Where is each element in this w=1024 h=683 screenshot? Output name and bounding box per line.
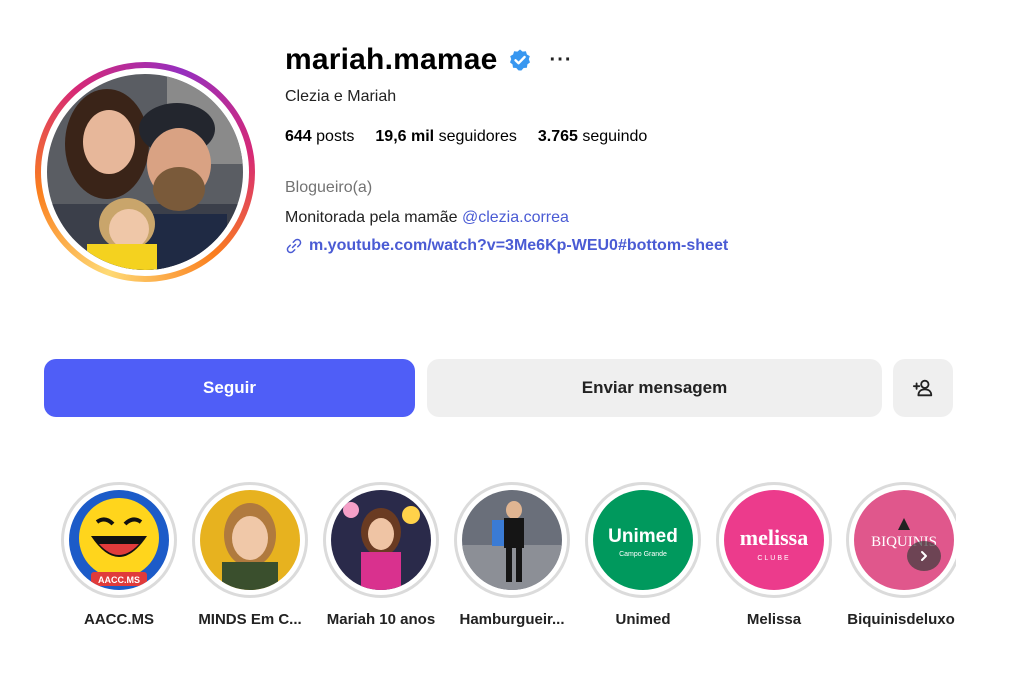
highlight-cover [462, 490, 562, 590]
bio-mention-link[interactable]: @clezia.correa [462, 209, 569, 226]
add-user-icon [912, 379, 933, 397]
highlight-label: Unimed [615, 611, 671, 628]
highlight-label: Biquinisdeluxo [847, 611, 955, 628]
highlight-item[interactable]: Mariah 10 anos [322, 482, 440, 628]
bio-text-body: Monitorada pela mamãe [285, 209, 462, 226]
following-stat[interactable]: 3.765 seguindo [538, 128, 647, 146]
username-row: mariah.mamae ··· [285, 40, 573, 80]
profile-avatar-ring[interactable] [35, 62, 255, 282]
highlight-ring: BIQUINIS [846, 482, 956, 598]
highlight-ring [454, 482, 570, 598]
posts-stat: 644 posts [285, 128, 354, 146]
highlight-ring: Unimed Campo Grande [585, 482, 701, 598]
laughing-face-icon: AACC.MS [69, 490, 169, 590]
more-options-icon[interactable]: ··· [550, 50, 573, 70]
highlights-next-button[interactable] [907, 541, 941, 571]
suggest-accounts-button[interactable] [893, 359, 953, 417]
highlight-label: Hamburgueir... [459, 611, 565, 628]
profile-stats: 644 posts 19,6 mil seguidores 3.765 segu… [285, 128, 647, 146]
unimed-logo-subtext: Campo Grande [619, 551, 667, 558]
profile-external-link[interactable]: m.youtube.com/watch?v=3Me6Kp-WEU0#bottom… [285, 237, 728, 255]
follow-button[interactable]: Seguir [44, 359, 415, 417]
highlight-item[interactable]: MINDS Em C... [191, 482, 309, 628]
highlight-ring [192, 482, 308, 598]
highlight-label: AACC.MS [84, 611, 154, 628]
highlight-cover: BIQUINIS [854, 490, 954, 590]
melissa-logo-subtext: CLUBE [757, 555, 790, 562]
profile-photo-image [47, 74, 243, 270]
highlight-label: MINDS Em C... [198, 611, 302, 628]
highlight-label: Melissa [746, 611, 802, 628]
link-icon [286, 238, 302, 254]
highlight-label: Mariah 10 anos [326, 611, 436, 628]
bio-text: Monitorada pela mamãe @clezia.correa [285, 209, 569, 227]
girl-photo-image [200, 490, 300, 590]
unimed-logo: Unimed Campo Grande [593, 490, 693, 590]
highlight-item[interactable]: Unimed Campo Grande Unimed [584, 482, 702, 628]
full-name: Clezia e Mariah [285, 88, 397, 105]
unimed-logo-text: Unimed [608, 526, 678, 547]
profile-avatar-frame [41, 68, 249, 276]
highlight-item[interactable]: AACC.MS AACC.MS [60, 482, 178, 628]
biquinis-logo: BIQUINIS [854, 490, 954, 590]
party-photo-image [331, 490, 431, 590]
highlight-ring [323, 482, 439, 598]
following-label: seguindo [582, 128, 648, 145]
username: mariah.mamae [285, 43, 498, 76]
highlight-cover: AACC.MS [69, 490, 169, 590]
dancer-photo-image [462, 490, 562, 590]
external-link-text: m.youtube.com/watch?v=3Me6Kp-WEU0#bottom… [309, 237, 729, 254]
highlight-cover: melissa CLUBE [724, 490, 824, 590]
melissa-logo-text: melissa [740, 525, 808, 550]
followers-label: seguidores [438, 128, 517, 145]
highlight-item[interactable]: Hamburgueir... [453, 482, 571, 628]
aacc-logo-text: AACC.MS [98, 575, 140, 585]
story-highlights: AACC.MS AACC.MS MINDS Em C... Mariah 10 … [60, 482, 960, 642]
highlight-cover: Unimed Campo Grande [593, 490, 693, 590]
highlight-cover [331, 490, 431, 590]
send-message-button[interactable]: Enviar mensagem [427, 359, 882, 417]
followers-stat[interactable]: 19,6 mil seguidores [375, 128, 516, 146]
posts-label: posts [316, 128, 355, 145]
chevron-right-icon [921, 551, 927, 561]
highlight-item[interactable]: melissa CLUBE Melissa [715, 482, 833, 628]
highlight-cover [200, 490, 300, 590]
melissa-logo: melissa CLUBE [724, 490, 824, 590]
profile-avatar[interactable] [47, 74, 243, 270]
verified-badge-icon [509, 49, 530, 71]
highlight-ring: AACC.MS [61, 482, 177, 598]
following-count: 3.765 [537, 128, 578, 145]
posts-count: 644 [285, 128, 312, 145]
profile-category: Blogueiro(a) [285, 179, 373, 196]
followers-count: 19,6 mil [375, 128, 435, 145]
highlight-ring: melissa CLUBE [716, 482, 832, 598]
